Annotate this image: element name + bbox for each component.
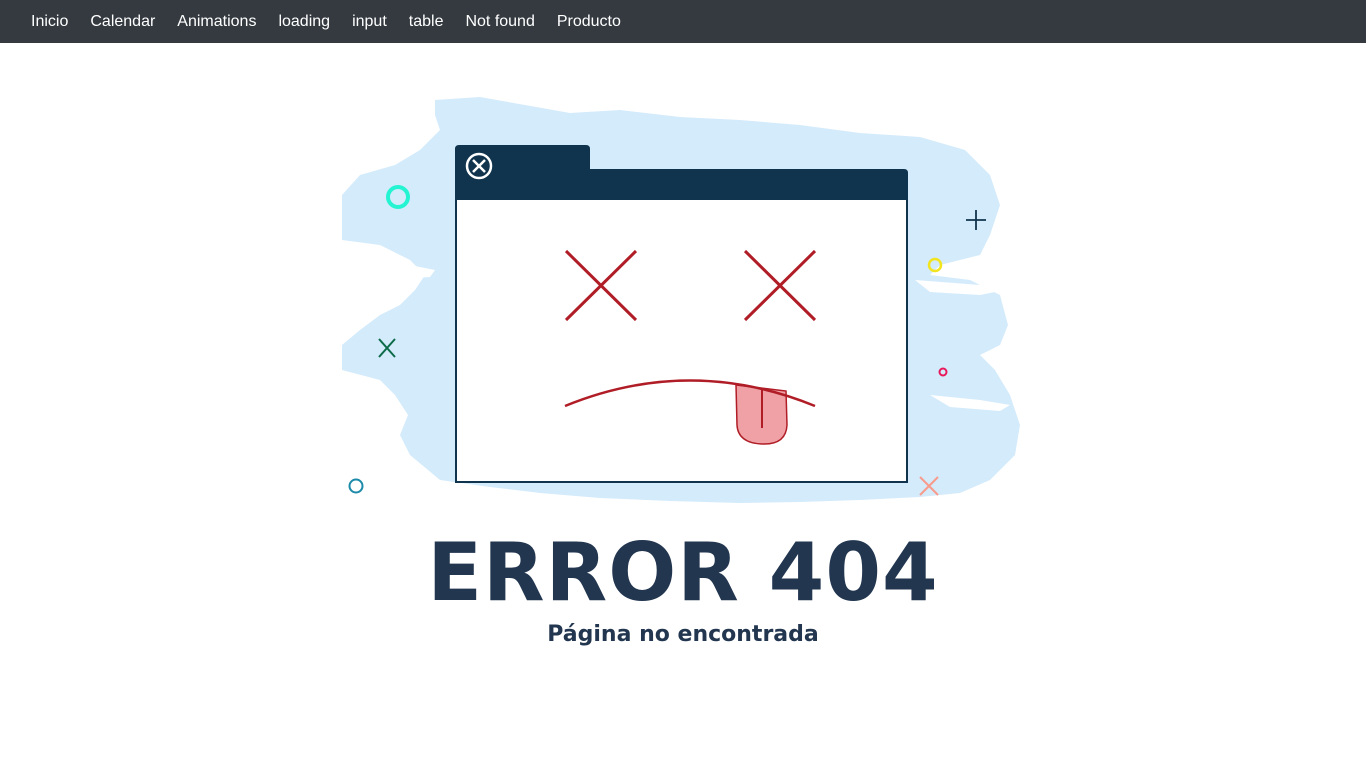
browser-window [455, 145, 908, 483]
nav-link-producto[interactable]: Producto [546, 0, 632, 43]
error-subtitle: Página no encontrada [547, 622, 819, 647]
nav-link-loading[interactable]: loading [267, 0, 341, 43]
nav-link-inicio[interactable]: Inicio [20, 0, 79, 43]
nav-link-not-found[interactable]: Not found [454, 0, 545, 43]
nav-link-calendar[interactable]: Calendar [79, 0, 166, 43]
nav-link-input[interactable]: input [341, 0, 398, 43]
error-404-illustration [342, 97, 1020, 503]
blue-circle-icon [348, 478, 364, 494]
error-title: ERROR 404 [427, 526, 939, 619]
nav-link-animations[interactable]: Animations [166, 0, 267, 43]
nav-link-table[interactable]: table [398, 0, 455, 43]
top-navbar: Inicio Calendar Animations loading input… [0, 0, 1366, 43]
window-body [455, 198, 908, 483]
